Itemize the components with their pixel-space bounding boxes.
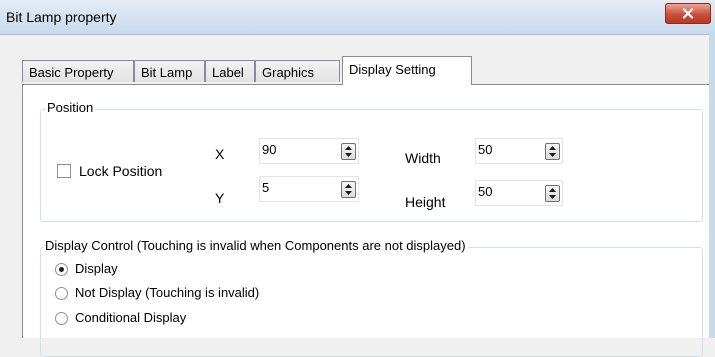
close-button[interactable]: [665, 3, 711, 24]
x-spinner[interactable]: [341, 143, 356, 160]
radio-button: [55, 312, 68, 325]
width-value: 50: [478, 142, 493, 157]
height-spinner[interactable]: [545, 185, 560, 202]
width-label: Width: [405, 150, 441, 166]
radio-button: [55, 263, 68, 276]
width-spinner[interactable]: [545, 143, 560, 160]
checkbox-box: [57, 164, 71, 178]
x-field[interactable]: 90: [259, 138, 359, 164]
title-bar: Bit Lamp property: [0, 0, 715, 35]
spin-arrows-icon: [345, 184, 352, 195]
position-legend: Position: [45, 100, 96, 115]
y-label: Y: [215, 190, 225, 206]
tab-display-setting[interactable]: Display Setting: [342, 56, 472, 85]
display-control-group: Display Control (Touching is invalid whe…: [40, 238, 703, 357]
display-control-legend: Display Control (Touching is invalid whe…: [43, 238, 468, 253]
lock-position-checkbox[interactable]: Lock Position: [57, 162, 197, 182]
lock-position-label: Lock Position: [79, 163, 163, 179]
window-frame: [709, 34, 715, 338]
radio-label: Not Display (Touching is invalid): [75, 285, 260, 300]
tab-basic-property[interactable]: Basic Property: [22, 60, 134, 82]
height-field[interactable]: 50: [475, 180, 563, 206]
width-field[interactable]: 50: [475, 138, 563, 164]
y-value: 5: [262, 180, 270, 195]
radio-button: [55, 287, 68, 300]
spin-arrows-icon: [549, 188, 556, 199]
spin-arrows-icon: [345, 146, 352, 157]
position-group: Position Lock Position X 90 Y 5 Width 50: [40, 100, 703, 222]
tab-label: Basic Property: [29, 65, 114, 80]
x-value: 90: [262, 142, 277, 157]
tab-label: Display Setting: [349, 62, 436, 77]
height-value: 50: [478, 184, 493, 199]
tab-label[interactable]: Label: [205, 60, 255, 82]
tab-label: Bit Lamp: [141, 65, 193, 80]
tab-label-text: Label: [212, 65, 244, 80]
tab-panel: Position Lock Position X 90 Y 5 Width 50: [22, 84, 709, 357]
y-field[interactable]: 5: [259, 176, 359, 202]
close-icon: [682, 8, 694, 19]
x-label: X: [215, 146, 225, 162]
window-title: Bit Lamp property: [6, 9, 117, 25]
spin-arrows-icon: [549, 146, 556, 157]
tab-bit-lamp[interactable]: Bit Lamp: [134, 60, 205, 82]
radio-selected-dot: [59, 267, 64, 272]
tab-label: Graphics: [262, 65, 315, 80]
height-label: Height: [405, 194, 446, 210]
tab-graphics[interactable]: Graphics: [255, 60, 340, 82]
radio-label: Conditional Display: [75, 310, 187, 325]
y-spinner[interactable]: [341, 181, 356, 198]
radio-label: Display: [75, 261, 118, 276]
